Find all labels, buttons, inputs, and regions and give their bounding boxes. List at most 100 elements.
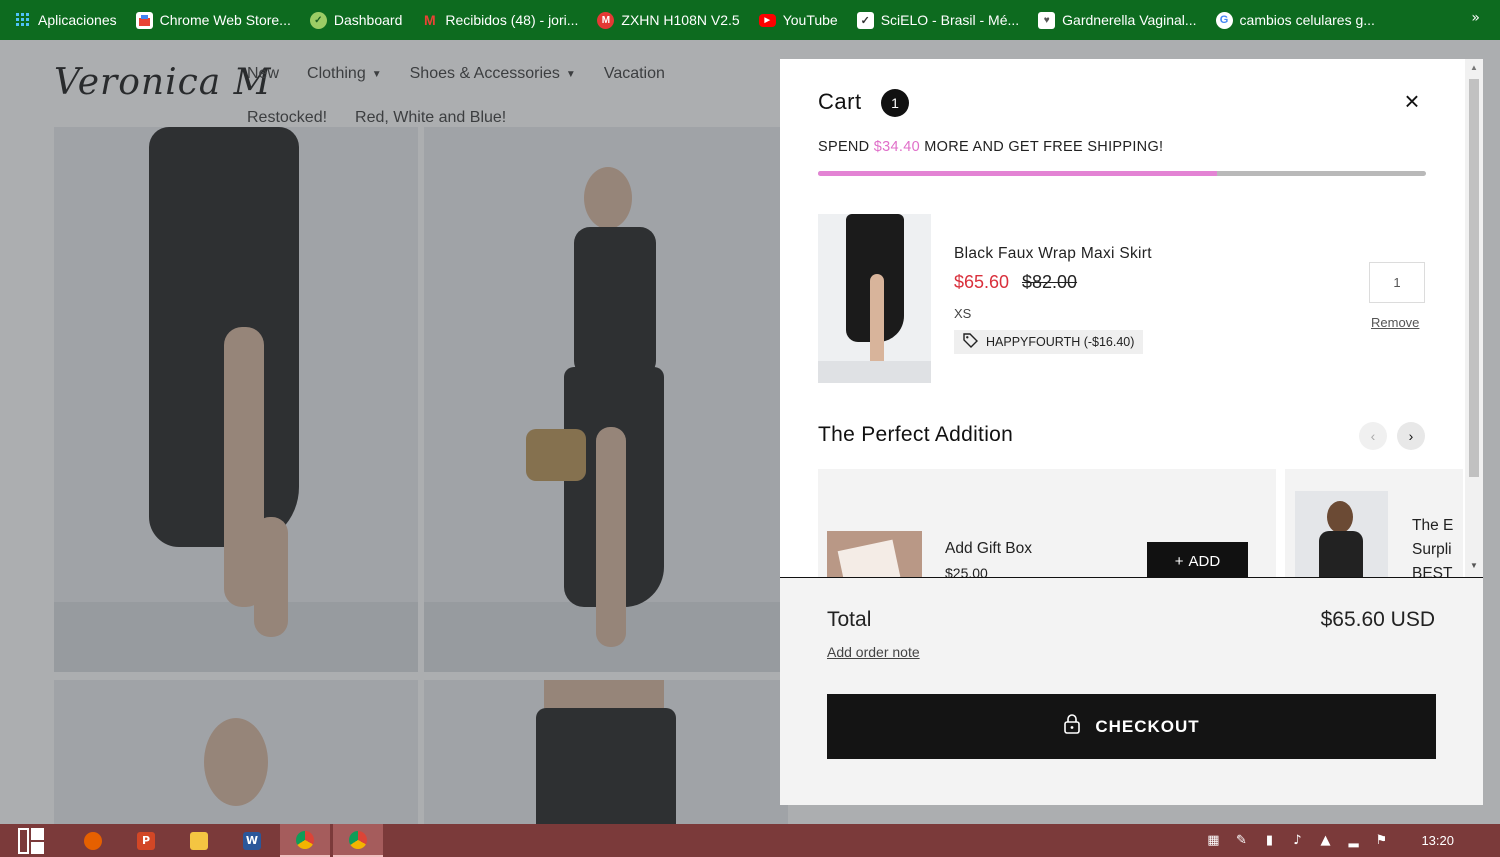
name-line-1: The E xyxy=(1412,517,1454,534)
bookmark-aplicaciones[interactable]: Aplicaciones xyxy=(14,12,117,29)
close-icon[interactable]: × xyxy=(1400,88,1424,114)
tag-icon xyxy=(963,333,978,351)
cart-footer: Total $65.60 USD Add order note CHECKOUT xyxy=(780,577,1483,805)
bookmark-router[interactable]: M ZXHN H108N V2.5 xyxy=(597,11,740,29)
taskbar-app-firefox[interactable] xyxy=(68,824,118,857)
total-label: Total xyxy=(827,608,872,631)
bookmark-label: cambios celulares g... xyxy=(1239,12,1375,28)
cart-drawer: Cart 1 × SPEND $34.40 MORE AND GET FREE … xyxy=(780,59,1483,805)
network-warning-icon[interactable]: ▲ xyxy=(1317,833,1333,849)
gmail-icon: M xyxy=(424,12,436,28)
bookmarks-overflow-button[interactable]: » xyxy=(1471,10,1480,26)
cart-item-variant: XS xyxy=(954,306,972,321)
chrome-icon xyxy=(349,830,367,849)
upsell-carousel: Add Gift Box $25.00 + ADD The E Surpli B… xyxy=(818,469,1463,577)
remove-item-link[interactable]: Remove xyxy=(1371,315,1419,330)
lock-icon xyxy=(1063,714,1081,739)
start-button[interactable] xyxy=(16,826,46,856)
bookmark-dashboard[interactable]: ✓ Dashboard xyxy=(309,11,403,29)
page-icon: ♥ xyxy=(1038,11,1056,29)
name-line-3: BEST xyxy=(1412,565,1453,577)
bookmark-scielo[interactable]: ✓ SciELO - Brasil - Mé... xyxy=(856,11,1020,29)
floor-shade xyxy=(818,361,931,383)
apps-grid-icon xyxy=(14,12,31,29)
leg-shape xyxy=(870,274,884,374)
card-shape xyxy=(837,539,901,577)
bookmark-label: Aplicaciones xyxy=(38,12,117,28)
taskbar: P W ▦ ✎ ▮ ♪ ▲ ▂ ⚑ 13:20 xyxy=(0,824,1500,857)
keyboard-icon[interactable]: ▦ xyxy=(1205,833,1221,849)
cart-item-name[interactable]: Black Faux Wrap Maxi Skirt xyxy=(954,245,1152,263)
checkout-button[interactable]: CHECKOUT xyxy=(827,694,1436,759)
upsell-card-gift-box: Add Gift Box $25.00 + ADD xyxy=(818,469,1276,577)
scrollbar-thumb[interactable] xyxy=(1469,79,1479,477)
word-icon: W xyxy=(243,831,261,850)
firefox-icon xyxy=(84,831,102,850)
pen-icon[interactable]: ✎ xyxy=(1233,833,1249,849)
dress-shape xyxy=(1319,531,1363,577)
add-label: ADD xyxy=(1188,552,1221,570)
bookmark-youtube[interactable]: ▶ YouTube xyxy=(758,12,838,28)
folder-icon xyxy=(190,831,208,850)
cart-item-image[interactable] xyxy=(818,214,931,383)
start-icon xyxy=(18,827,44,854)
taskbar-app-word[interactable]: W xyxy=(227,824,277,857)
carousel-next-button[interactable]: › xyxy=(1397,422,1425,450)
bookmark-label: Chrome Web Store... xyxy=(159,12,291,28)
bookmark-label: Gardnerella Vaginal... xyxy=(1062,12,1197,28)
cart-item-compare-price: $82.00 xyxy=(1022,272,1078,292)
cart-title: Cart xyxy=(818,89,862,114)
discount-code-tag: HAPPYFOURTH (-$16.40) xyxy=(954,330,1144,354)
shipping-progress-bar xyxy=(818,171,1426,176)
chrome-icon xyxy=(296,830,314,849)
bookmark-gardnerella[interactable]: ♥ Gardnerella Vaginal... xyxy=(1038,11,1197,29)
add-order-note-link[interactable]: Add order note xyxy=(827,644,920,660)
taskbar-app-powerpoint[interactable]: P xyxy=(121,824,171,857)
shipping-suffix: MORE AND GET FREE SHIPPING! xyxy=(919,139,1164,155)
add-gift-box-button[interactable]: + ADD xyxy=(1147,542,1248,577)
bookmark-label: SciELO - Brasil - Mé... xyxy=(880,12,1020,28)
gift-box-price: $25.00 xyxy=(945,565,988,577)
taskbar-app-explorer[interactable] xyxy=(174,824,224,857)
dashboard-icon: ✓ xyxy=(309,11,327,29)
bookmark-label: Dashboard xyxy=(333,12,403,28)
gift-box-name: Add Gift Box xyxy=(945,540,1033,557)
shipping-progress-fill xyxy=(818,171,1217,176)
youtube-icon: ▶ xyxy=(758,13,776,27)
bookmark-chrome-web-store[interactable]: Chrome Web Store... xyxy=(135,11,291,29)
cart-item-sale-price: $65.60 xyxy=(954,272,1010,292)
name-line-2: Surpli xyxy=(1412,541,1452,558)
product-thumbnail xyxy=(1295,491,1388,577)
powerpoint-icon: P xyxy=(137,831,155,850)
signal-icon[interactable]: ▂ xyxy=(1345,833,1361,849)
bookmark-label: YouTube xyxy=(782,12,838,28)
scroll-up-arrow-icon[interactable]: ▲ xyxy=(1470,63,1478,72)
total-value: $65.60 USD xyxy=(1320,608,1435,631)
router-icon: M xyxy=(597,11,615,29)
flag-icon[interactable]: ⚑ xyxy=(1373,833,1389,849)
scroll-down-arrow-icon[interactable]: ▼ xyxy=(1470,561,1478,570)
google-icon: G xyxy=(1215,11,1233,29)
bookmark-gmail[interactable]: M Recibidos (48) - jori... xyxy=(421,12,578,29)
upsell-product-name: The E Surpli BEST xyxy=(1412,514,1453,577)
shipping-amount: $34.40 xyxy=(873,139,920,155)
cart-count-badge: 1 xyxy=(881,89,909,117)
battery-icon[interactable]: ▮ xyxy=(1261,833,1277,849)
bookmark-label: ZXHN H108N V2.5 xyxy=(621,12,740,28)
bookmarks-bar: Aplicaciones Chrome Web Store... ✓ Dashb… xyxy=(0,0,1500,40)
quantity-input[interactable]: 1 xyxy=(1369,262,1425,303)
plus-icon: + xyxy=(1174,552,1184,570)
checkout-label: CHECKOUT xyxy=(1095,716,1200,736)
free-shipping-message: SPEND $34.40 MORE AND GET FREE SHIPPING! xyxy=(818,139,1163,155)
discount-label: HAPPYFOURTH (-$16.40) xyxy=(986,335,1135,349)
taskbar-app-chrome-2[interactable] xyxy=(333,824,383,857)
drawer-scrollbar[interactable]: ▲ ▼ xyxy=(1465,59,1483,577)
taskbar-app-chrome[interactable] xyxy=(280,824,330,857)
carousel-prev-button[interactable]: ‹ xyxy=(1359,422,1387,450)
upsell-title: The Perfect Addition xyxy=(818,423,1014,446)
clock[interactable]: 13:20 xyxy=(1421,833,1454,848)
upsell-card-product[interactable]: The E Surpli BEST xyxy=(1285,469,1463,577)
head-shape xyxy=(1327,501,1353,533)
bookmark-google[interactable]: G cambios celulares g... xyxy=(1215,11,1375,29)
volume-icon[interactable]: ♪ xyxy=(1289,833,1305,849)
